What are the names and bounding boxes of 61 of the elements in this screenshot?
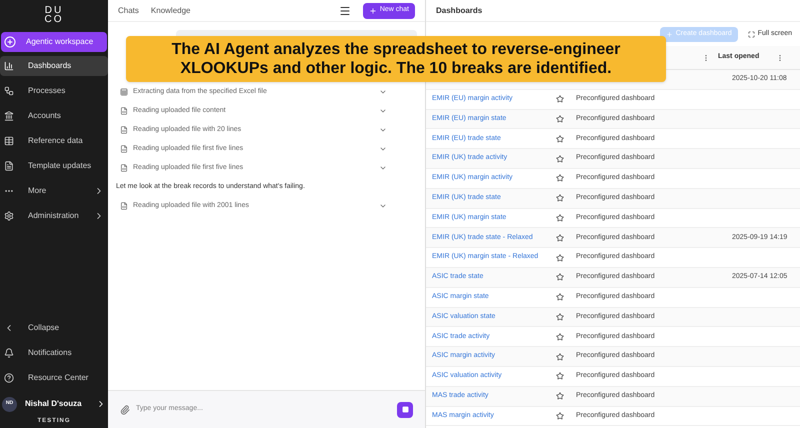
sidebar-item[interactable]: Template updates — [0, 156, 108, 176]
star-icon[interactable] — [556, 95, 564, 104]
sidebar-item[interactable]: Collapse — [0, 318, 108, 338]
star-icon[interactable] — [556, 293, 564, 302]
sidebar-item[interactable]: Dashboards — [0, 56, 108, 76]
table-icon — [120, 88, 128, 96]
chevron-down-icon — [379, 88, 387, 96]
sidebar-item[interactable]: Administration — [0, 206, 108, 226]
plus-icon — [368, 6, 377, 14]
square-icon — [402, 406, 408, 413]
table-icon — [4, 136, 14, 146]
paperclip-icon[interactable] — [120, 404, 130, 414]
help-icon — [4, 373, 14, 383]
plus-icon — [666, 30, 673, 38]
star-icon[interactable] — [556, 134, 564, 143]
chevron-down-icon — [379, 126, 387, 134]
expand-icon — [748, 30, 755, 38]
star-icon[interactable] — [556, 174, 564, 182]
logo-text: DU — [44, 6, 64, 15]
star-icon[interactable] — [556, 352, 564, 361]
file-icon — [120, 126, 128, 134]
star-icon[interactable] — [556, 194, 564, 202]
sidebar-item[interactable]: More — [0, 181, 108, 201]
bell-icon — [4, 348, 14, 358]
star-icon[interactable] — [556, 154, 564, 163]
star-icon[interactable] — [556, 332, 564, 341]
star-icon[interactable] — [556, 412, 564, 420]
chevron-down-icon — [379, 164, 387, 172]
settings-icon — [4, 211, 14, 221]
stop-button[interactable] — [397, 402, 413, 418]
agentic-workspace-button[interactable]: Agentic workspace — [1, 32, 107, 52]
star-icon[interactable] — [556, 254, 564, 262]
file-icon — [120, 107, 128, 115]
tab[interactable]: Chats — [118, 4, 139, 16]
file-icon — [120, 145, 128, 153]
chevron-down-icon — [379, 107, 387, 115]
star-icon[interactable] — [556, 392, 564, 400]
star-icon[interactable] — [556, 234, 564, 242]
file-icon — [120, 202, 128, 210]
menu-icon[interactable] — [338, 4, 351, 16]
star-icon[interactable] — [556, 312, 564, 321]
panel-title: Dashboards — [436, 4, 482, 16]
star-icon[interactable] — [556, 273, 564, 282]
star-icon[interactable] — [556, 214, 564, 222]
document-icon — [4, 161, 14, 171]
caption-banner: The AI Agent analyzes the spreadsheet to reverse-engineer XLOOKUPs and other logic. The 10 breaks are identified. — [126, 36, 666, 82]
star-icon[interactable] — [556, 372, 564, 380]
chevron-down-icon — [379, 145, 387, 153]
sidebar-item[interactable]: Reference data — [0, 131, 108, 151]
file-icon — [120, 164, 128, 172]
sidebar-item[interactable]: Resource Center — [0, 368, 108, 388]
sidebar-item[interactable]: Processes — [0, 81, 108, 101]
chevron-down-icon — [379, 202, 387, 210]
star-icon[interactable] — [556, 114, 564, 123]
workflow-icon — [4, 86, 14, 96]
sidebar-item[interactable]: Accounts — [0, 106, 108, 126]
sidebar-item[interactable]: Notifications — [0, 343, 108, 363]
bank-icon — [4, 111, 14, 121]
logo-text: CO — [44, 15, 64, 24]
tab[interactable]: Knowledge — [150, 4, 190, 16]
bar-chart-icon — [4, 61, 14, 71]
